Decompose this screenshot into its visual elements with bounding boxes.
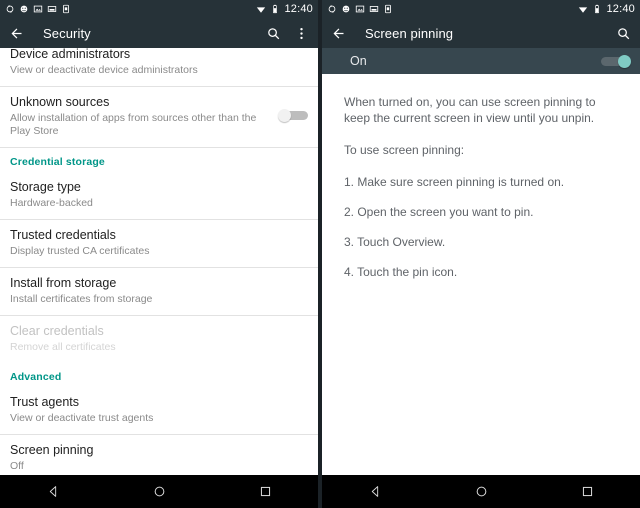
list-item-disabled: Clear credentials Remove all certificate… [0, 316, 318, 363]
screen-pinning-description: When turned on, you can use screen pinni… [322, 74, 640, 475]
list-item-subtitle: Allow installation of apps from sources … [10, 112, 257, 137]
unknown-sources-toggle[interactable] [278, 109, 308, 122]
nav-back-icon[interactable] [47, 485, 60, 498]
list-item-title: Unknown sources [10, 95, 110, 109]
list-item-title: Storage type [10, 180, 81, 194]
nav-home-icon[interactable] [475, 485, 488, 498]
list-item[interactable]: Trusted credentials Display trusted CA c… [0, 220, 318, 267]
security-settings-list[interactable]: Device administrators View or deactivate… [0, 48, 318, 475]
sync-icon [328, 4, 336, 14]
list-item-title: Install from storage [10, 276, 117, 290]
smiley-icon [342, 5, 350, 13]
status-bar-icons-left [5, 4, 71, 14]
list-item[interactable]: Unknown sources Allow installation of ap… [0, 87, 318, 147]
wifi-icon [579, 7, 588, 13]
list-item-title: Screen pinning [10, 443, 94, 457]
list-item-subtitle: View or deactivate device administrators [10, 64, 198, 76]
page-title: Security [43, 25, 91, 41]
step-2: 2. Open the screen you want to pin. [344, 205, 534, 219]
sync-icon [6, 4, 14, 14]
left-phone-screen: 12:40 Security Device administrators Vie… [0, 0, 318, 508]
step-4: 4. Touch the pin icon. [344, 265, 458, 279]
toggle-thumb [278, 109, 291, 122]
list-item-title: Trust agents [10, 395, 80, 409]
list-item-subtitle: View or deactivate trust agents [10, 412, 154, 424]
list-item[interactable]: Trust agents View or deactivate trust ag… [0, 387, 318, 434]
page-title: Screen pinning [365, 25, 454, 41]
list-item-subtitle: Display trusted CA certificates [10, 245, 150, 257]
toolbar-actions-right [616, 26, 631, 41]
list-item-screen-pinning[interactable]: Screen pinning Off [0, 435, 318, 475]
status-bar-right: 12:40 [322, 0, 640, 18]
step-3: 3. Touch Overview. [344, 235, 446, 249]
section-header-advanced: Advanced [10, 371, 62, 383]
list-item[interactable]: Install from storage Install certificate… [0, 268, 318, 315]
list-item-title: Trusted credentials [10, 228, 116, 242]
back-arrow-icon[interactable] [331, 26, 346, 41]
toolbar-security: Security [0, 18, 318, 48]
screen-pinning-toggle[interactable] [601, 54, 631, 68]
list-item-title: Device administrators [10, 48, 131, 61]
sim-icon [385, 4, 391, 14]
status-bar-icons-right: 12:40 [256, 3, 313, 15]
description-paragraph: When turned on, you can use screen pinni… [344, 95, 596, 125]
toggle-thumb [618, 54, 631, 68]
status-bar-clock: 12:40 [606, 3, 635, 15]
toolbar-screen-pinning: Screen pinning [322, 18, 640, 48]
list-item-subtitle: Remove all certificates [10, 341, 116, 353]
overflow-menu-icon[interactable] [294, 26, 309, 41]
section-header-credential-storage: Credential storage [10, 156, 105, 168]
search-icon[interactable] [616, 26, 631, 41]
nav-overview-icon[interactable] [259, 485, 272, 498]
navigation-bar-left [0, 475, 318, 508]
search-icon[interactable] [266, 26, 281, 41]
list-item-subtitle: Install certificates from storage [10, 293, 153, 305]
sim-icon [63, 4, 69, 14]
status-bar-clock: 12:40 [284, 3, 313, 15]
status-bar-icons-left [327, 4, 393, 14]
status-bar-left: 12:40 [0, 0, 318, 18]
list-item[interactable]: Storage type Hardware-backed [0, 172, 318, 219]
navigation-bar-right [322, 475, 640, 508]
dual-screenshot: 12:40 Security Device administrators Vie… [0, 0, 640, 508]
screen-pinning-toggle-row[interactable]: On [322, 48, 640, 74]
nav-home-icon[interactable] [153, 485, 166, 498]
photo-icon [369, 6, 379, 12]
image-icon [355, 5, 365, 13]
list-item-subtitle: Off [10, 460, 24, 472]
smiley-icon [20, 5, 28, 13]
list-item-subtitle: Hardware-backed [10, 197, 93, 209]
toggle-label: On [350, 54, 367, 68]
step-1: 1. Make sure screen pinning is turned on… [344, 175, 565, 189]
battery-icon [273, 4, 278, 14]
image-icon [33, 5, 43, 13]
back-arrow-icon[interactable] [9, 26, 24, 41]
nav-overview-icon[interactable] [581, 485, 594, 498]
list-item[interactable]: Device administrators View or deactivate… [0, 48, 318, 86]
toolbar-actions-left [266, 26, 309, 41]
wifi-icon [257, 7, 266, 13]
description-intro: To use screen pinning: [344, 143, 465, 157]
nav-back-icon[interactable] [369, 485, 382, 498]
status-bar-icons-right: 12:40 [578, 3, 635, 15]
list-item-title: Clear credentials [10, 324, 104, 338]
battery-icon [595, 4, 600, 14]
right-phone-screen: 12:40 Screen pinning On When turned on, … [322, 0, 640, 508]
photo-icon [47, 6, 57, 12]
